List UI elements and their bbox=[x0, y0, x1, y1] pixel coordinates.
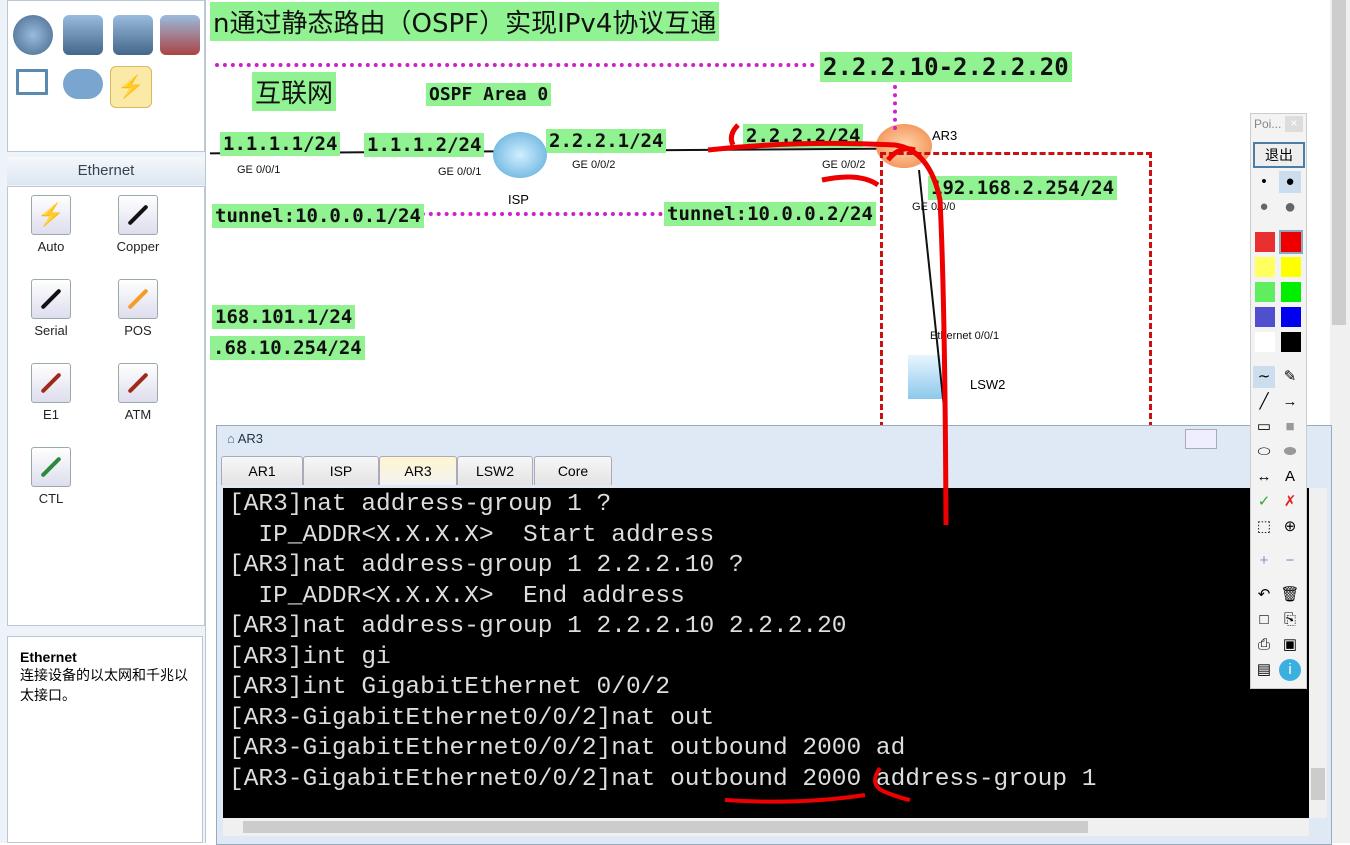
color-swatch[interactable] bbox=[1281, 307, 1301, 327]
color-swatch[interactable] bbox=[1255, 257, 1275, 277]
copy-icon[interactable]: ⎘ bbox=[1279, 609, 1301, 631]
color-swatch[interactable] bbox=[1281, 282, 1301, 302]
pen-size-small[interactable]: • bbox=[1253, 171, 1275, 193]
text-icon[interactable]: A bbox=[1279, 466, 1301, 488]
color-swatch[interactable] bbox=[1255, 332, 1275, 352]
close-icon[interactable]: × bbox=[1285, 116, 1303, 132]
color-swatch[interactable] bbox=[1255, 307, 1275, 327]
screen-icon[interactable]: ▤ bbox=[1253, 659, 1275, 681]
pen-size-xlarge[interactable]: ● bbox=[1279, 196, 1301, 218]
select-region-icon[interactable]: ⬚ bbox=[1253, 516, 1275, 538]
new-page-icon[interactable]: □ bbox=[1253, 609, 1275, 631]
annotation-stroke bbox=[724, 766, 911, 804]
arrow-icon[interactable]: → bbox=[1279, 391, 1301, 413]
pointer-toolbar: Poi... × 退出 • ● ● ● ∼ ✎ ╱ → ▭ ■ ⬭ ⬬ ↔ A … bbox=[1250, 113, 1307, 689]
plus-icon[interactable]: + bbox=[1253, 550, 1275, 572]
exit-button[interactable]: 退出 bbox=[1253, 142, 1305, 168]
eraser-icon[interactable]: ✎ bbox=[1279, 366, 1301, 388]
color-swatch[interactable] bbox=[1281, 332, 1301, 352]
line-icon[interactable]: ╱ bbox=[1253, 391, 1275, 413]
minus-icon[interactable]: − bbox=[1279, 550, 1301, 572]
save-icon[interactable]: ▣ bbox=[1279, 634, 1301, 656]
color-swatch[interactable] bbox=[1255, 232, 1275, 252]
info-icon[interactable]: i bbox=[1279, 659, 1301, 681]
pen-size-large[interactable]: ● bbox=[1253, 196, 1275, 218]
pen-annotations bbox=[707, 123, 949, 804]
toolbar-title: Poi... bbox=[1254, 117, 1282, 131]
undo-icon[interactable]: ↶ bbox=[1253, 584, 1275, 606]
color-swatch[interactable] bbox=[1279, 230, 1303, 254]
double-arrow-icon[interactable]: ↔ bbox=[1253, 466, 1275, 488]
check-icon[interactable]: ✓ bbox=[1253, 491, 1275, 513]
zoom-icon[interactable]: ⊕ bbox=[1279, 516, 1301, 538]
print-icon[interactable]: ⎙ bbox=[1253, 634, 1275, 656]
cross-icon[interactable]: ✗ bbox=[1279, 491, 1301, 513]
color-swatch[interactable] bbox=[1281, 257, 1301, 277]
color-swatch[interactable] bbox=[1255, 282, 1275, 302]
freehand-icon[interactable]: ∼ bbox=[1253, 366, 1275, 388]
filled-rectangle-icon[interactable]: ■ bbox=[1279, 416, 1301, 438]
filled-ellipse-icon[interactable]: ⬬ bbox=[1279, 441, 1301, 463]
ellipse-icon[interactable]: ⬭ bbox=[1253, 441, 1275, 463]
trash-icon[interactable]: 🗑 bbox=[1279, 584, 1301, 606]
annotation-stroke bbox=[886, 146, 916, 162]
annotation-stroke bbox=[821, 174, 880, 188]
annotation-stroke bbox=[707, 140, 949, 526]
annotation-stroke bbox=[728, 123, 740, 147]
pen-size-medium[interactable]: ● bbox=[1279, 171, 1301, 193]
rectangle-icon[interactable]: ▭ bbox=[1253, 416, 1275, 438]
